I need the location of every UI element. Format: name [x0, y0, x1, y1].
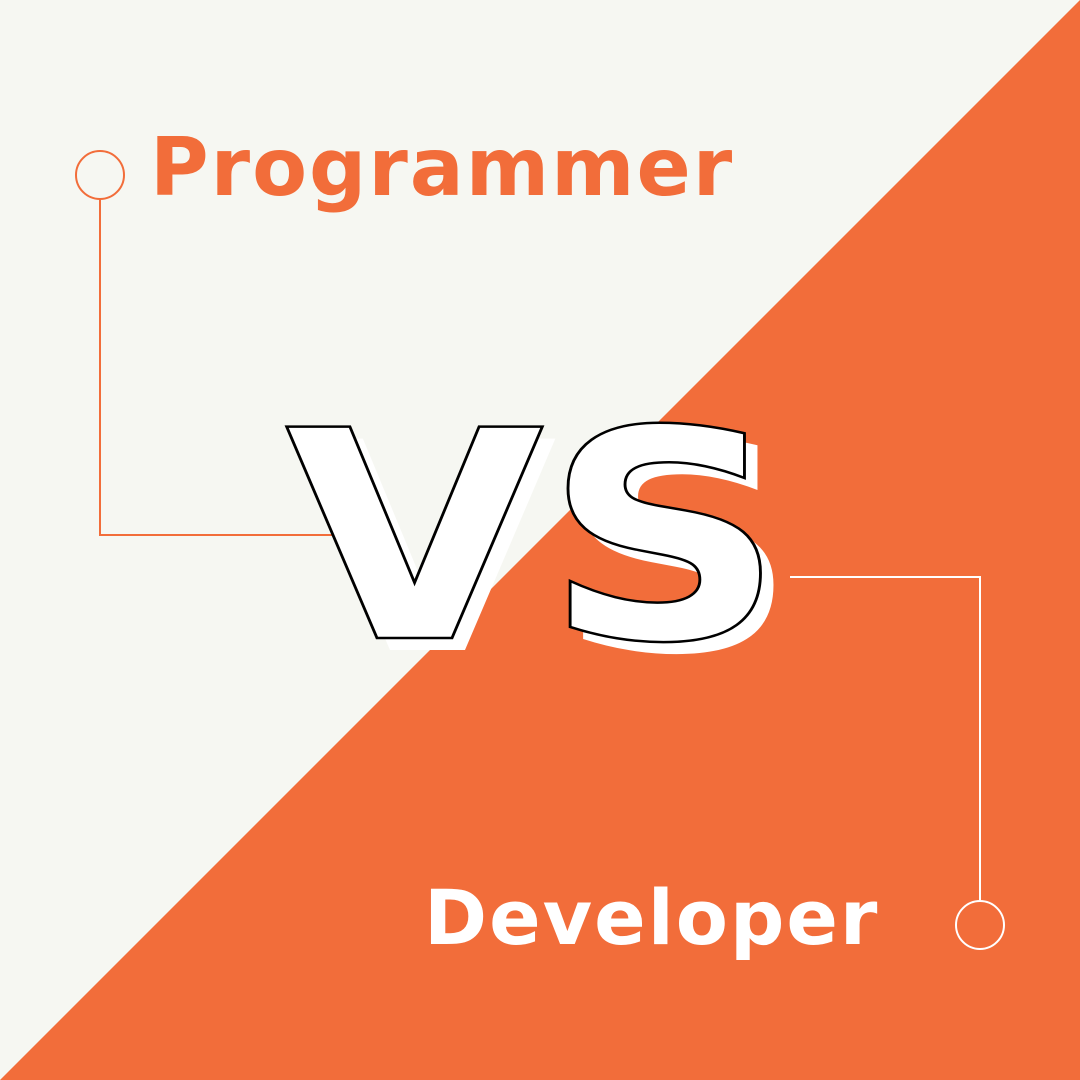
vs-label: VS [285, 370, 785, 707]
programmer-label: Programmer [150, 121, 735, 214]
developer-label: Developer [424, 873, 880, 962]
comparison-graphic: VS VS Programmer Developer [0, 0, 1080, 1080]
